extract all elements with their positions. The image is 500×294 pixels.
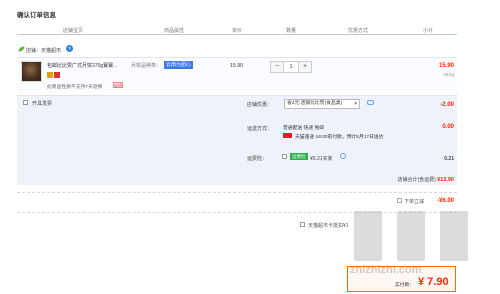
freight-insurance-label: 运费险： <box>247 156 268 162</box>
spec-value: 云南为团心 <box>164 61 194 69</box>
product-thumbnail[interactable] <box>21 61 42 82</box>
quantity-stepper: − 1 + <box>270 61 312 73</box>
return-note-link[interactable]: 说明 <box>113 82 123 88</box>
store-discount-value: -2.00 <box>440 102 454 108</box>
quantity-minus-button[interactable]: − <box>271 62 283 72</box>
no-7-day-return-text: 此商品性质不支持7天退换 <box>47 85 103 90</box>
quantity-input[interactable]: 1 <box>283 62 299 72</box>
col-header-subtotal: 小计 <box>423 28 434 34</box>
col-header-quantity: 数量 <box>286 28 297 34</box>
unit-price: 15.90 <box>230 63 243 69</box>
invoice-label: 开具发票 <box>32 101 53 107</box>
freight-insurance-value: 0.21 <box>444 156 454 162</box>
chat-icon[interactable] <box>367 100 374 105</box>
pay-amount: ¥ 7.90 <box>418 276 449 288</box>
tmall-express-icon <box>283 133 292 138</box>
tmall-card-label: 天猫超市卡抵扣¥1 <box>308 223 349 229</box>
col-header-unit-price: 单价 <box>232 28 243 34</box>
summary-divider <box>17 192 457 193</box>
store-discount-label: 店铺优惠： <box>247 102 273 108</box>
product-name[interactable]: 包邮比比赞广式月饼270g寶寶... <box>47 62 127 69</box>
store-total-label: 店铺合计(含运费) <box>397 177 436 183</box>
order-options-panel <box>17 95 457 185</box>
instant-discount-checkbox[interactable] <box>397 198 402 203</box>
col-header-store-item: 店铺宝贝 <box>63 28 84 34</box>
service-badges <box>47 72 61 78</box>
shipping-estimate: 天猫速递 16:00前付款，预计8月17日送达 <box>295 135 384 140</box>
help-icon[interactable]: ? <box>66 45 73 52</box>
store-total-value: ¥13.90 <box>437 177 454 183</box>
invoice-checkbox[interactable] <box>23 100 28 105</box>
pay-label: 实付款： <box>395 283 415 288</box>
item-subtotal: 15.90 <box>438 63 454 69</box>
store-name[interactable]: 店铺：天猫超市 <box>26 47 61 54</box>
shipping-method: 普通配送 快递 免邮 <box>283 126 325 131</box>
watermark-text: zhizhizhi.com <box>350 264 422 276</box>
instant-discount-label: 下单立减 <box>404 199 425 205</box>
quantity-plus-button[interactable]: + <box>299 62 311 72</box>
leaf-icon <box>18 46 25 52</box>
store-discount-select[interactable]: 省2元:店铺比比赞(食品类) <box>284 99 360 109</box>
tmall-card-checkbox[interactable] <box>300 222 305 227</box>
header-divider <box>17 34 457 35</box>
freight-insurance-badge: 运费险 <box>290 153 308 160</box>
col-header-discount: 优惠方式 <box>348 28 369 34</box>
coin-icon <box>47 72 53 78</box>
item-weight: 342g <box>443 73 454 78</box>
shipping-value: 0.00 <box>442 124 454 130</box>
freight-insurance-price: ¥0.21买家 <box>310 156 333 162</box>
col-header-attributes: 商品属性 <box>164 28 185 34</box>
freight-insurance-checkbox[interactable] <box>282 154 287 159</box>
spec-label: 月饼品种类： <box>131 63 162 69</box>
tmall-icon <box>54 72 60 78</box>
watermark-logo <box>354 211 468 261</box>
store-total: 店铺合计(含运费) ¥13.90 <box>397 176 454 183</box>
shipping-label: 运送方式： <box>247 126 273 132</box>
page-title: 确认订单信息 <box>17 12 56 19</box>
instant-discount-value: -¥6.00 <box>436 198 454 204</box>
info-icon[interactable] <box>340 153 346 159</box>
